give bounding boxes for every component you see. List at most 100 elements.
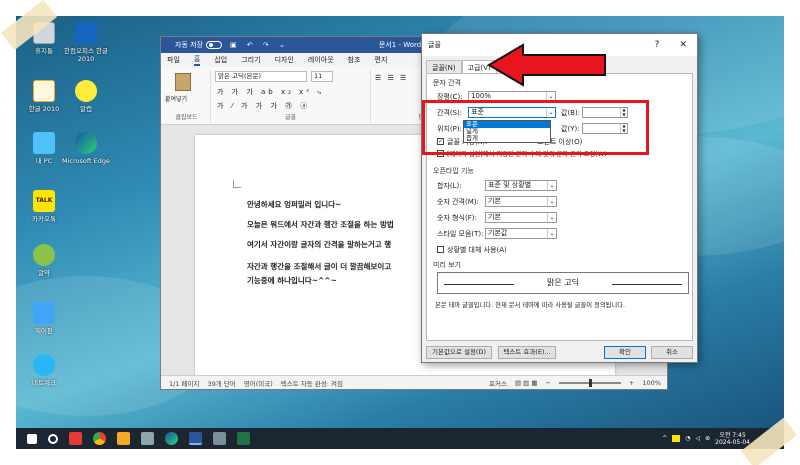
- zoom-out-icon[interactable]: −: [546, 379, 551, 387]
- desktop-icon-my-pc[interactable]: 내 PC: [20, 132, 68, 165]
- desktop-icon-control-panel[interactable]: 제어판: [20, 302, 68, 335]
- body-line: 기능중에 하나입니다~^^~: [247, 276, 337, 285]
- kakaotalk-tray-icon[interactable]: [672, 435, 681, 442]
- help-button[interactable]: ?: [655, 40, 660, 50]
- document-title: 문서1 - Word: [378, 41, 422, 49]
- zoom-slider[interactable]: [558, 378, 621, 387]
- arrow-shape: [487, 43, 606, 87]
- margin-mark: [233, 180, 241, 188]
- desktop-icon-edge[interactable]: Microsoft Edge: [62, 132, 110, 165]
- desktop-icon-label: 제어판: [35, 327, 53, 335]
- tab-layout[interactable]: 레이아웃: [308, 55, 334, 65]
- tab-draw[interactable]: 그리기: [241, 55, 260, 65]
- word-count[interactable]: 39개 단어: [207, 378, 235, 388]
- body-line: 자간과 행간을 조절해서 글이 더 깔끔해보이고: [247, 262, 392, 271]
- autosave-toggle[interactable]: [206, 41, 222, 49]
- paste-icon[interactable]: [175, 73, 191, 91]
- quick-access-toolbar[interactable]: ▣ ↶ ↷ ⌄: [230, 41, 289, 49]
- contextual-alternates-label: 상황별 대체 사용(A): [447, 246, 507, 254]
- body-line: 오늘은 워드에서 자간과 행간 조절을 하는 방법: [247, 220, 394, 229]
- highlight-box: [422, 100, 649, 155]
- ligatures-value: 표준 및 상황별: [488, 181, 532, 189]
- tab-mailings[interactable]: 편지: [375, 55, 388, 65]
- page-count[interactable]: 1/1 페이지: [169, 378, 199, 388]
- status-bar: 1/1 페이지 39개 단어 영어(미국) 텍스트 자동 완성: 켜짐 포커스 …: [161, 375, 667, 389]
- red-arrow-annotation: [487, 43, 606, 87]
- start-icon[interactable]: [27, 433, 37, 444]
- autosave[interactable]: 자동 저장: [175, 40, 222, 50]
- desktop-icon-network[interactable]: 네트워크: [20, 354, 68, 387]
- tab-design[interactable]: 디자인: [275, 55, 294, 65]
- edge-taskbar-icon[interactable]: [165, 432, 178, 445]
- desktop-icon-label: 한글 2010: [28, 105, 60, 113]
- tab-insert[interactable]: 삽입: [214, 55, 227, 65]
- excel-taskbar-icon[interactable]: [237, 432, 250, 445]
- contextual-alternates-checkbox[interactable]: [437, 246, 444, 253]
- control-panel-icon: [33, 302, 55, 324]
- close-button[interactable]: ✕: [679, 40, 687, 50]
- desktop-icon-alcapture[interactable]: 알캡: [62, 80, 110, 113]
- text-effects-button[interactable]: 텍스트 효과(E)...: [498, 346, 556, 359]
- font-preview: 맑은 고딕: [437, 272, 689, 294]
- paste-button[interactable]: 붙여넣기: [165, 94, 187, 103]
- text-predictions-status[interactable]: 텍스트 자동 완성: 켜짐: [281, 378, 343, 388]
- group-label: 글꼴: [284, 114, 297, 121]
- file-explorer-icon[interactable]: [117, 432, 130, 445]
- clock[interactable]: 오전 7:45 2024-05-04: [715, 432, 750, 446]
- desktop-icon-hangul[interactable]: 한글 2010: [20, 80, 68, 113]
- tab-home[interactable]: 홈: [193, 54, 201, 66]
- ligatures-select[interactable]: 표준 및 상황별 ⌄: [485, 180, 557, 191]
- desktop-icon-hancom[interactable]: 한컴오피스 한글 2010: [62, 22, 110, 63]
- paragraph-group: ☰ ☰ ☰ 단: [371, 70, 425, 122]
- edge-icon: [75, 132, 97, 154]
- ok-button[interactable]: 확인: [604, 346, 646, 359]
- body-line: 여기서 자간이랑 글자의 간격을 말하는거고 행: [247, 240, 392, 249]
- language-status[interactable]: 영어(미국): [244, 378, 273, 388]
- zoom-level[interactable]: 100%: [642, 379, 661, 387]
- hangul-doc-icon: [33, 80, 55, 102]
- view-icons[interactable]: ▤ ▥ ▦: [515, 379, 538, 387]
- section-opentype: 오픈타입 기능: [433, 167, 474, 175]
- chevron-up-icon[interactable]: ^: [662, 435, 667, 442]
- chevron-down-icon: ⌄: [547, 213, 556, 222]
- desktop-icon-kakaotalk[interactable]: TALK 카카오톡: [20, 190, 68, 223]
- alyac-icon: [33, 244, 55, 266]
- stylistic-sets-select[interactable]: 기본값 ⌄: [485, 228, 557, 239]
- hancom-office-icon: [75, 22, 97, 44]
- kakaotalk-icon: TALK: [33, 190, 55, 212]
- word-taskbar-icon[interactable]: [189, 432, 202, 445]
- section-character-spacing: 문자 간격: [433, 79, 461, 87]
- chevron-down-icon: ⌄: [547, 229, 556, 238]
- clipboard-group: 붙여넣기 클립보드: [163, 70, 211, 122]
- desktop-icon-label: 한컴오피스 한글 2010: [64, 47, 108, 63]
- set-default-button[interactable]: 기본값으로 설정(D): [426, 346, 492, 359]
- focus-button[interactable]: 포커스: [489, 378, 507, 388]
- chrome-icon[interactable]: [93, 432, 106, 445]
- dialog-title: 글꼴: [428, 41, 441, 49]
- cancel-button[interactable]: 취소: [651, 346, 693, 359]
- alcapture-taskbar-icon[interactable]: [69, 432, 82, 445]
- search-icon[interactable]: [48, 433, 58, 444]
- ime-icon[interactable]: ⊛: [705, 435, 710, 442]
- desktop-icon-label: 알약: [38, 269, 50, 277]
- number-forms-select[interactable]: 기본 ⌄: [485, 212, 557, 223]
- zoom-in-icon[interactable]: +: [629, 379, 634, 387]
- scale-value: 100%: [471, 92, 492, 100]
- tab-file[interactable]: 파일: [167, 55, 180, 65]
- chevron-down-icon: ⌄: [547, 197, 556, 206]
- volume-icon[interactable]: ◁: [695, 435, 700, 442]
- notes-taskbar-icon[interactable]: [213, 432, 226, 445]
- desktop-icon-alyac[interactable]: 알약: [20, 244, 68, 277]
- network-tray-icon[interactable]: ◔: [685, 435, 690, 442]
- my-pc-icon: [33, 132, 55, 154]
- number-spacing-value: 기본: [488, 197, 501, 205]
- number-forms-value: 기본: [488, 213, 501, 221]
- autosave-label: 자동 저장: [175, 41, 203, 49]
- tab-references[interactable]: 참조: [348, 55, 361, 65]
- paragraph-controls[interactable]: ☰ ☰ ☰: [375, 74, 408, 82]
- number-spacing-label: 숫자 간격(M):: [437, 198, 479, 206]
- number-spacing-select[interactable]: 기본 ⌄: [485, 196, 557, 207]
- network-icon: [33, 354, 55, 376]
- group-label: 단: [371, 112, 424, 121]
- app-taskbar-icon[interactable]: [141, 432, 154, 445]
